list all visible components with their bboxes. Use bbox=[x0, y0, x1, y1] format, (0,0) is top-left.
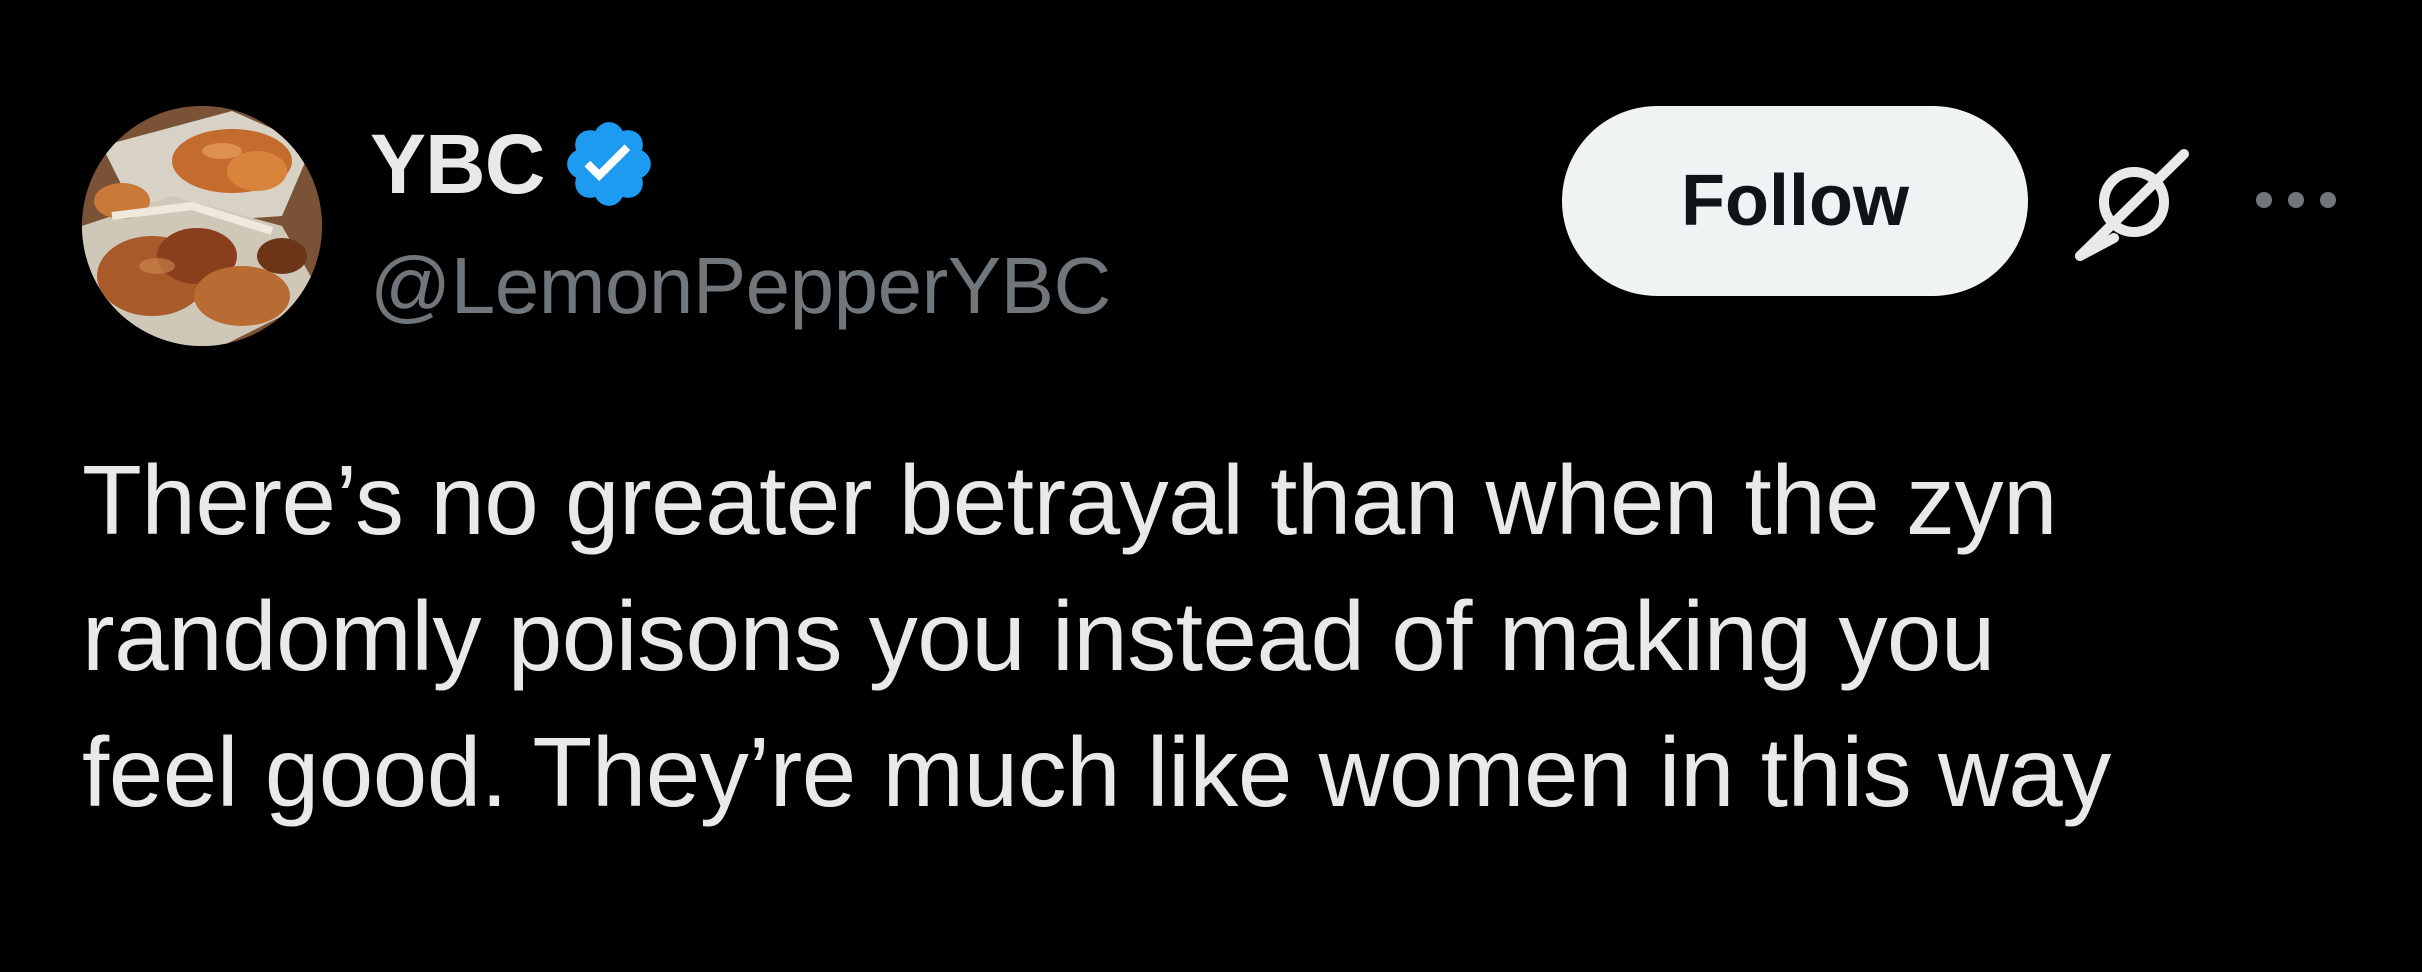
tweet-text-line: randomly poisons you instead of making y… bbox=[82, 581, 1995, 691]
author-avatar[interactable] bbox=[82, 106, 322, 346]
author-name-row: YBC bbox=[370, 118, 658, 210]
more-dots-icon[interactable] bbox=[2248, 178, 2344, 228]
tweet-text: There’s no greater betrayal than when th… bbox=[82, 432, 2372, 840]
author-display-name[interactable]: YBC bbox=[370, 118, 545, 210]
verified-badge-icon[interactable] bbox=[560, 115, 658, 213]
food-avatar-icon bbox=[82, 106, 322, 346]
tweet-card: YBC @LemonPepperYBC Follow There’s no gr… bbox=[0, 0, 2422, 972]
grok-icon[interactable] bbox=[2074, 146, 2190, 262]
tweet-text-line: There’s no greater betrayal than when th… bbox=[82, 445, 2058, 555]
tweet-text-line: feel good. They’re much like women in th… bbox=[82, 717, 2111, 827]
follow-button[interactable]: Follow bbox=[1562, 106, 2028, 296]
author-handle[interactable]: @LemonPepperYBC bbox=[370, 238, 1111, 334]
